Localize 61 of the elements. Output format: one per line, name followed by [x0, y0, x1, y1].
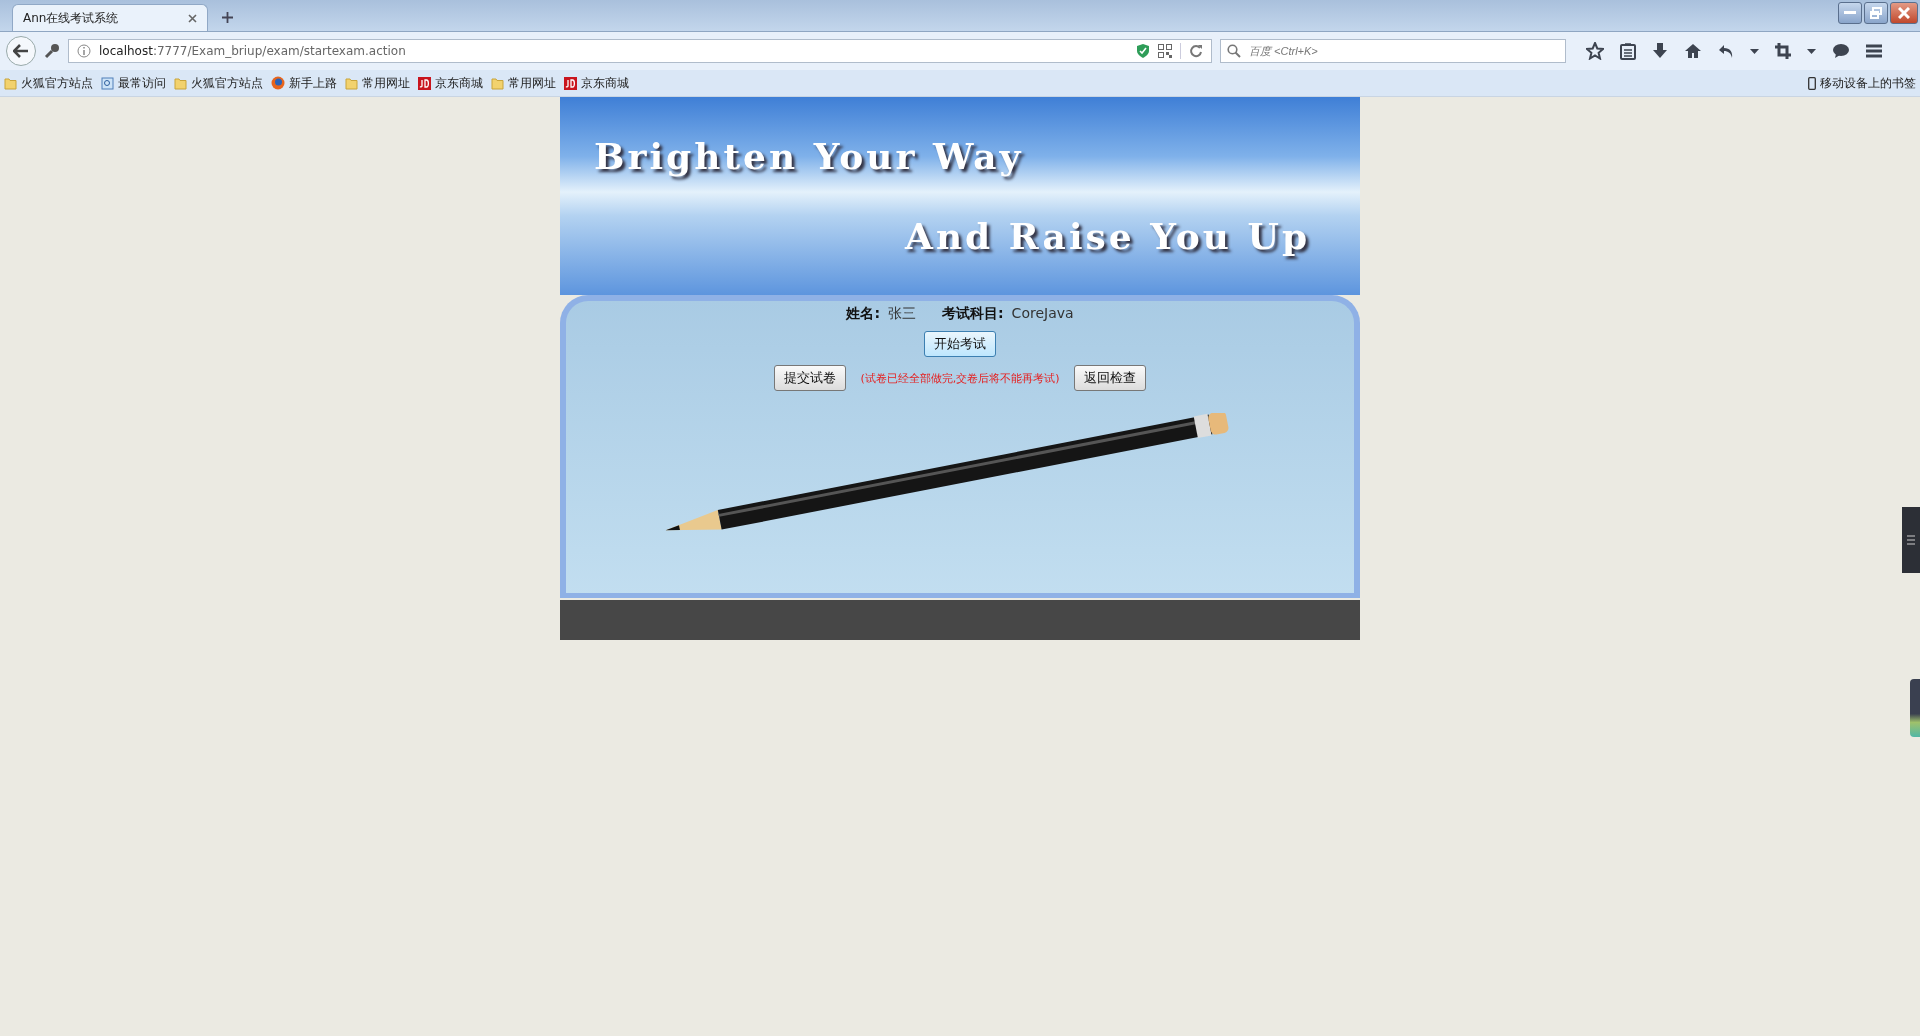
dropdown-icon[interactable] — [1750, 48, 1759, 54]
bookmark-item[interactable]: 常用网址 — [491, 74, 556, 92]
key-icon[interactable] — [44, 43, 60, 59]
crop-icon[interactable] — [1775, 43, 1791, 59]
page-icon — [101, 76, 114, 90]
start-exam-button[interactable]: 开始考试 — [924, 331, 996, 357]
back-button[interactable] — [6, 36, 36, 66]
name-label: 姓名: — [846, 305, 880, 323]
folder-icon — [174, 76, 187, 90]
folder-icon — [491, 76, 504, 90]
close-icon[interactable] — [188, 13, 197, 23]
bookmark-item[interactable]: 最常访问 — [101, 74, 166, 92]
chat-bubble-icon[interactable] — [1832, 43, 1850, 59]
jd-logo-icon — [564, 76, 577, 90]
globe-icon — [271, 76, 285, 90]
banner-slogan: Brighten Your Way — [594, 135, 1024, 177]
banner-slogan: And Raise You Up — [905, 215, 1311, 257]
bookmark-item[interactable]: 火狐官方站点 — [4, 74, 93, 92]
name-value: 张三 — [888, 305, 916, 323]
list-icon — [1907, 535, 1915, 545]
reload-icon[interactable] — [1189, 44, 1203, 58]
side-widget[interactable] — [1910, 679, 1920, 737]
search-icon — [1227, 44, 1241, 58]
subject-label: 考试科目: — [942, 305, 1004, 323]
shield-icon[interactable] — [1136, 43, 1150, 59]
folder-icon — [4, 76, 17, 90]
minimize-button[interactable] — [1838, 2, 1862, 24]
side-panel-tab[interactable] — [1902, 507, 1920, 573]
search-bar[interactable]: 百度 <Ctrl+K> — [1220, 39, 1566, 63]
menu-icon[interactable] — [1866, 44, 1882, 58]
clipboard-icon[interactable] — [1620, 42, 1636, 60]
folder-icon — [345, 76, 358, 90]
dropdown-icon[interactable] — [1807, 48, 1816, 54]
jd-logo-icon — [418, 76, 431, 90]
submit-exam-button[interactable]: 提交试卷 — [774, 365, 847, 391]
bookmark-item[interactable]: 火狐官方站点 — [174, 74, 263, 92]
minimize-icon — [1844, 11, 1856, 15]
info-icon[interactable] — [77, 44, 91, 58]
restore-button[interactable] — [1864, 2, 1888, 24]
bookmark-item[interactable]: 常用网址 — [345, 74, 410, 92]
star-icon[interactable] — [1586, 42, 1604, 60]
bookmark-item[interactable]: 移动设备上的书签 — [1808, 74, 1916, 92]
bookmark-item[interactable]: 新手上路 — [271, 74, 337, 92]
restore-icon — [1870, 7, 1882, 19]
back-arrow-icon — [13, 44, 29, 58]
qr-code-icon[interactable] — [1158, 44, 1172, 58]
bookmark-item[interactable]: 京东商城 — [564, 74, 629, 92]
bookmark-item[interactable]: 京东商城 — [418, 74, 483, 92]
home-icon[interactable] — [1684, 43, 1702, 59]
close-button[interactable] — [1890, 2, 1918, 24]
undo-icon[interactable] — [1718, 43, 1734, 59]
browser-tab[interactable]: Ann在线考试系统 — [12, 4, 208, 31]
download-icon[interactable] — [1652, 42, 1668, 60]
review-button[interactable]: 返回检查 — [1073, 365, 1146, 391]
plus-icon[interactable] — [222, 12, 233, 23]
close-icon — [1898, 7, 1910, 19]
search-input[interactable]: 百度 <Ctrl+K> — [1247, 44, 1559, 58]
phone-icon — [1808, 76, 1816, 90]
subject-value: CoreJava — [1011, 305, 1074, 321]
address-bar[interactable]: localhost:7777/Exam_briup/exam/startexam.action — [68, 39, 1212, 63]
warning-text: (试卷已经全部做完,交卷后将不能再考试) — [860, 370, 1060, 386]
